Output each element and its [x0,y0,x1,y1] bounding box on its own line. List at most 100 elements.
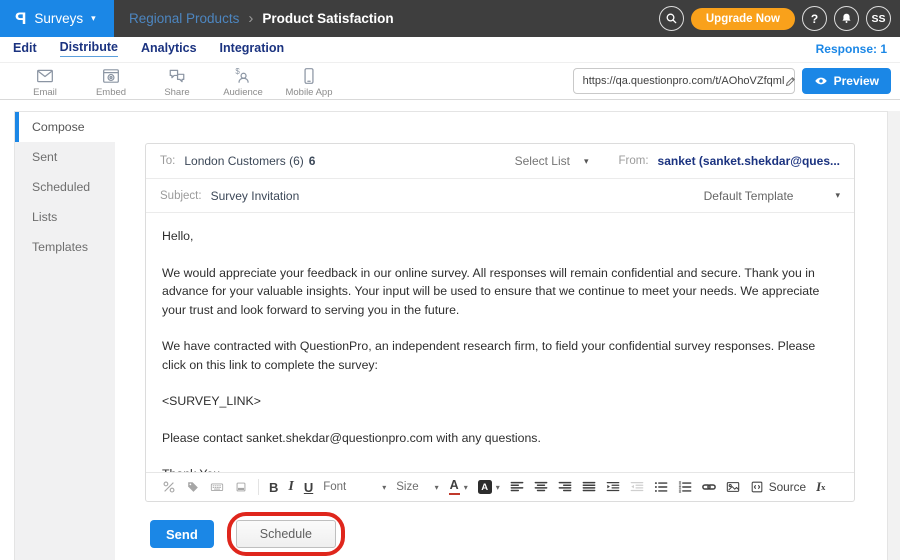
embed-field-button[interactable] [234,480,248,494]
breadcrumb-survey-name: Product Satisfaction [262,11,393,26]
survey-link-button[interactable] [162,480,176,494]
placeholder-box-icon [234,480,248,494]
align-right-button[interactable] [558,480,572,494]
search-button[interactable] [659,6,684,31]
response-count[interactable]: Response: 1 [816,42,887,56]
content-area: Compose Sent Scheduled Lists Templates T… [0,111,900,560]
text-color-button[interactable]: A▾ [449,479,468,495]
source-label: Source [769,480,806,494]
tab-analytics[interactable]: Analytics [141,41,197,57]
italic-button[interactable]: I [288,479,293,495]
from-label: From: [619,155,649,167]
body-paragraph: We have contracted with QuestionPro, an … [162,337,838,374]
questionpro-logo-icon: P [15,9,26,29]
align-left-button[interactable] [510,480,524,494]
edit-pencil-icon[interactable] [784,75,797,88]
tag-button[interactable] [186,480,200,494]
font-label: Font [323,481,346,493]
channel-label: Audience [223,87,263,98]
sidebar-item-compose[interactable]: Compose [15,112,115,142]
channel-share[interactable]: Share [144,65,210,98]
tab-integration[interactable]: Integration [220,41,285,57]
tab-distribute[interactable]: Distribute [60,40,118,57]
subject-row: Subject: Survey Invitation Default Templ… [146,179,854,213]
mobile-app-icon [300,67,318,85]
template-label: Default Template [704,189,794,203]
template-dropdown[interactable]: Default Template ▾ [704,189,840,203]
compose-main: To: London Customers (6) 6 Select List ▾… [115,112,887,560]
email-sidebar: Compose Sent Scheduled Lists Templates [15,112,115,560]
channel-email[interactable]: Email [12,65,78,98]
search-icon [665,12,678,25]
audience-icon: $ [234,67,252,85]
background-color-button[interactable]: A▾ [478,480,500,494]
header-actions: Upgrade Now ? SS [659,6,900,31]
from-sender[interactable]: sanket (sanket.shekdar@ques... [658,154,840,168]
to-row: To: London Customers (6) 6 Select List ▾… [146,144,854,179]
breadcrumb-folder[interactable]: Regional Products [129,11,239,26]
questionpro-app: P Surveys ▾ Regional Products › Product … [0,0,900,560]
sidebar-item-sent[interactable]: Sent [15,142,115,172]
compose-card: To: London Customers (6) 6 Select List ▾… [145,143,855,502]
share-icon [168,67,186,85]
eye-icon [814,74,828,88]
upgrade-now-button[interactable]: Upgrade Now [691,8,795,30]
body-paragraph: Please contact sanket.shekdar@questionpr… [162,429,838,448]
size-dropdown[interactable]: Size▾ [396,481,438,493]
chevron-down-icon: ▾ [382,483,386,492]
surveys-product-menu[interactable]: P Surveys ▾ [0,0,114,37]
sidebar-item-scheduled[interactable]: Scheduled [15,172,115,202]
insert-image-button[interactable] [726,480,740,494]
align-center-button[interactable] [534,480,548,494]
help-button[interactable]: ? [802,6,827,31]
channel-audience[interactable]: $ Audience [210,65,276,98]
breadcrumb: Regional Products › Product Satisfaction [129,10,394,27]
top-header: P Surveys ▾ Regional Products › Product … [0,0,900,37]
body-paragraph: We would appreciate your feedback in our… [162,264,838,320]
tab-edit[interactable]: Edit [13,41,37,57]
sidebar-item-lists[interactable]: Lists [15,202,115,232]
survey-url-field[interactable]: https://qa.questionpro.com/t/AOhoVZfqml [573,68,795,94]
bold-button[interactable]: B [269,480,278,495]
link-variable-icon [162,480,176,494]
annotation-highlight-ring: Schedule [227,512,345,556]
compose-actions: Send Schedule [145,512,870,556]
body-paragraph: Thank You [162,465,838,472]
indent-icon [606,480,620,494]
sidebar-item-templates[interactable]: Templates [15,232,115,262]
survey-nav-tabs: Edit Distribute Analytics Integration Re… [0,37,900,62]
schedule-button[interactable]: Schedule [236,520,336,548]
image-icon [726,480,740,494]
select-list-label: Select List [515,154,570,168]
align-justify-button[interactable] [582,480,596,494]
indent-button[interactable] [606,480,620,494]
user-avatar[interactable]: SS [866,6,891,31]
subject-input[interactable]: Survey Invitation [211,189,300,203]
numbered-list-button[interactable] [678,480,692,494]
subject-label: Subject: [160,190,202,202]
right-gutter [888,111,900,560]
keyboard-button[interactable] [210,480,224,494]
email-body-editor[interactable]: Hello, We would appreciate your feedback… [146,213,854,472]
channel-list: Email Embed Share $ Audience Mobile App [12,65,342,98]
insert-link-button[interactable] [702,480,716,494]
send-button[interactable]: Send [150,520,214,548]
chevron-down-icon: ▾ [435,483,439,492]
body-paragraph: <SURVEY_LINK> [162,392,838,411]
select-list-dropdown[interactable]: Select List ▾ [515,154,589,168]
outdent-icon [630,480,644,494]
chevron-down-icon: ▾ [496,483,500,492]
underline-button[interactable]: U [304,480,313,495]
remove-format-button[interactable]: Ix [816,479,825,495]
font-dropdown[interactable]: Font ▾ [323,481,386,493]
notifications-button[interactable] [834,6,859,31]
channel-embed[interactable]: Embed [78,65,144,98]
bullet-list-button[interactable] [654,480,668,494]
numbered-list-icon [678,480,692,494]
preview-button[interactable]: Preview [802,68,891,94]
outdent-button[interactable] [630,480,644,494]
remove-format-sub: x [821,482,825,492]
source-button[interactable]: Source [750,480,806,494]
channel-mobile-app[interactable]: Mobile App [276,65,342,98]
to-recipient-list[interactable]: London Customers (6) [184,154,303,168]
